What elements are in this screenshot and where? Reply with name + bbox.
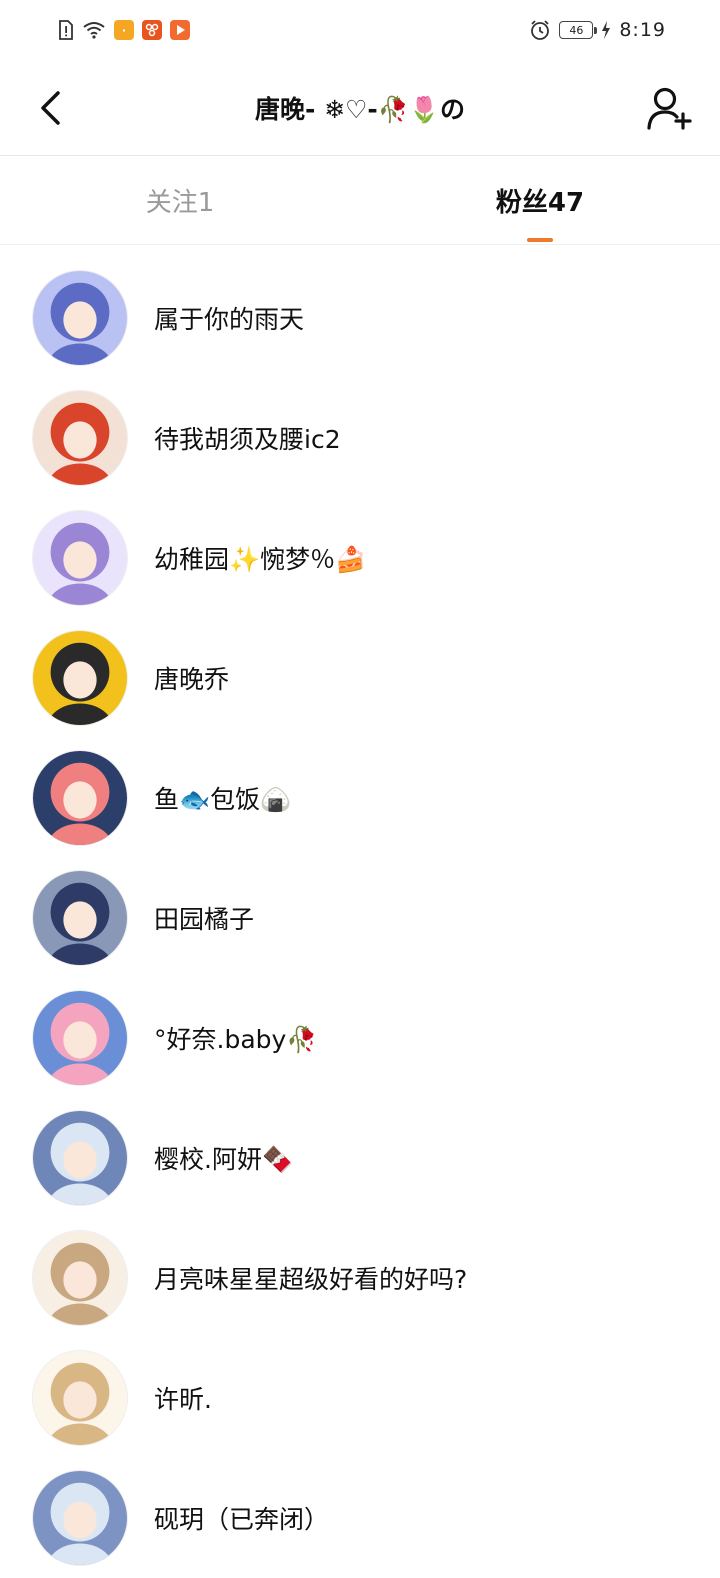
avatar-image xyxy=(33,271,127,365)
add-user-button[interactable] xyxy=(644,82,696,134)
clock-time: 8:19 xyxy=(619,19,666,41)
alarm-icon xyxy=(529,19,551,41)
follow-tabs: 关注1 粉丝47 xyxy=(0,157,720,245)
wifi-icon xyxy=(82,20,106,40)
follower-name: °好奈.baby🥀 xyxy=(154,1025,318,1054)
active-tab-indicator xyxy=(527,238,553,242)
battery-indicator: 46 xyxy=(559,21,598,39)
list-item[interactable]: °好奈.baby🥀 xyxy=(0,978,720,1098)
avatar[interactable] xyxy=(32,1350,128,1446)
sim-alert-icon xyxy=(58,20,74,40)
avatar-image xyxy=(33,1111,127,1205)
status-bar: · 46 8:19 xyxy=(0,0,720,60)
avatar[interactable] xyxy=(32,510,128,606)
avatar-image xyxy=(33,1351,127,1445)
avatar[interactable] xyxy=(32,870,128,966)
follower-name: 鱼🐟包饭🍙 xyxy=(154,785,292,814)
tab-followers-label: 粉丝47 xyxy=(495,188,585,218)
follower-name: 砚玥（已奔闭） xyxy=(154,1505,330,1534)
avatar[interactable] xyxy=(32,1110,128,1206)
follower-name: 许昕. xyxy=(154,1385,212,1414)
avatar-image xyxy=(33,391,127,485)
list-item[interactable]: 田园橘子 xyxy=(0,858,720,978)
list-item[interactable]: 月亮味星星超级好看的好吗? xyxy=(0,1218,720,1338)
avatar[interactable] xyxy=(32,1230,128,1326)
status-bar-right: 46 8:19 xyxy=(529,19,666,41)
avatar[interactable] xyxy=(32,390,128,486)
tab-following[interactable]: 关注1 xyxy=(0,157,360,244)
avatar[interactable] xyxy=(32,1470,128,1566)
status-bar-left: · xyxy=(58,20,190,40)
charging-icon xyxy=(601,21,611,39)
app-icon-weibo xyxy=(142,20,162,40)
list-item[interactable]: 许昕. xyxy=(0,1338,720,1458)
follower-name: 唐晚乔 xyxy=(154,665,230,694)
follower-name: 幼稚园✨惋梦％🍰 xyxy=(154,545,367,574)
page-header: 唐晚- ❄♡-🥀🌷の xyxy=(0,60,720,156)
avatar-image xyxy=(33,1231,127,1325)
avatar[interactable] xyxy=(32,990,128,1086)
list-item[interactable]: 待我胡须及腰ic2 xyxy=(0,378,720,498)
list-item[interactable]: 幼稚园✨惋梦％🍰 xyxy=(0,498,720,618)
avatar-image xyxy=(33,511,127,605)
app-icon-video xyxy=(170,20,190,40)
avatar-image xyxy=(33,991,127,1085)
follower-name: 待我胡须及腰ic2 xyxy=(154,425,341,454)
avatar-image xyxy=(33,751,127,845)
avatar-image xyxy=(33,1471,127,1565)
tab-following-label: 关注1 xyxy=(145,188,215,218)
avatar[interactable] xyxy=(32,270,128,366)
follower-name: 田园橘子 xyxy=(154,905,255,934)
list-item[interactable]: 砚玥（已奔闭） xyxy=(0,1458,720,1578)
app-icon-orange: · xyxy=(114,20,134,40)
tab-followers[interactable]: 粉丝47 xyxy=(360,157,720,244)
list-item[interactable]: 樱校.阿妍🍫 xyxy=(0,1098,720,1218)
add-user-icon xyxy=(647,87,692,130)
avatar-image xyxy=(33,871,127,965)
follower-name: 月亮味星星超级好看的好吗? xyxy=(154,1265,468,1294)
avatar[interactable] xyxy=(32,750,128,846)
list-item[interactable]: 鱼🐟包饭🍙 xyxy=(0,738,720,858)
back-button[interactable] xyxy=(26,82,74,134)
chevron-left-icon xyxy=(41,91,60,125)
page-title: 唐晚- ❄♡-🥀🌷の xyxy=(254,94,466,124)
follower-name: 属于你的雨天 xyxy=(154,305,305,334)
list-item[interactable]: 属于你的雨天 xyxy=(0,258,720,378)
avatar-image xyxy=(33,631,127,725)
list-item[interactable]: 唐晚乔 xyxy=(0,618,720,738)
follower-name: 樱校.阿妍🍫 xyxy=(154,1145,294,1174)
followers-list: 属于你的雨天 待我胡须及腰ic2 幼稚园✨惋梦％🍰 唐晚乔 鱼🐟包饭🍙 田园橘子… xyxy=(0,258,720,1578)
avatar[interactable] xyxy=(32,630,128,726)
